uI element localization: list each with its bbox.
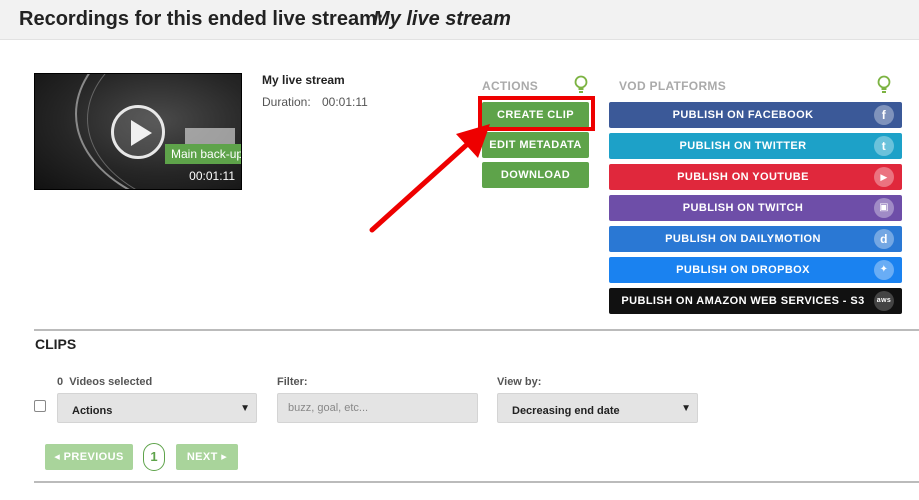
publish-youtube-button[interactable]: PUBLISH ON YOUTUBE ▶ bbox=[609, 164, 902, 190]
vod-platforms-label: VOD PLATFORMS bbox=[619, 79, 727, 93]
aws-icon: aws bbox=[874, 291, 894, 311]
videos-selected-label: 0 Videos selected bbox=[57, 376, 153, 388]
thumbnail-duration: 00:01:11 bbox=[189, 169, 235, 183]
page-title: Recordings for this ended live stream: bbox=[19, 8, 384, 30]
section-divider bbox=[34, 329, 919, 331]
facebook-icon: f bbox=[874, 105, 894, 125]
view-by-label: View by: bbox=[497, 376, 542, 388]
view-by-select[interactable]: Decreasing end date ▼ bbox=[497, 393, 698, 423]
previous-page-button[interactable]: ◂ PREVIOUS bbox=[45, 444, 133, 470]
video-title: My live stream bbox=[262, 73, 345, 87]
chevron-left-icon: ◂ bbox=[54, 451, 64, 463]
chevron-right-icon: ▸ bbox=[217, 451, 228, 463]
actions-label: ACTIONS bbox=[482, 79, 539, 93]
youtube-icon: ▶ bbox=[874, 167, 894, 187]
select-all-checkbox[interactable] bbox=[34, 400, 46, 412]
selected-count: 0 bbox=[57, 376, 64, 388]
bottom-divider bbox=[34, 481, 919, 483]
video-thumbnail[interactable]: Main back-up 00:01:11 bbox=[34, 73, 242, 190]
duration-label: Duration: bbox=[262, 95, 311, 109]
dropbox-icon: ✦ bbox=[874, 260, 894, 280]
filter-input[interactable]: buzz, goal, etc... bbox=[277, 393, 478, 423]
stream-name: My live stream bbox=[373, 8, 511, 30]
clips-title: CLIPS bbox=[35, 336, 77, 352]
dropdown-arrow-icon: ▼ bbox=[240, 403, 250, 414]
lightbulb-icon[interactable] bbox=[877, 75, 891, 95]
publish-dailymotion-button[interactable]: PUBLISH ON DAILYMOTION d bbox=[609, 226, 902, 252]
backup-badge: Main back-up bbox=[165, 144, 241, 164]
lightbulb-icon[interactable] bbox=[574, 75, 588, 95]
play-icon[interactable] bbox=[111, 105, 165, 159]
publish-dropbox-button[interactable]: PUBLISH ON DROPBOX ✦ bbox=[609, 257, 902, 283]
publish-twitch-button[interactable]: PUBLISH ON TWITCH ▣ bbox=[609, 195, 902, 221]
filter-label: Filter: bbox=[277, 376, 308, 388]
publish-aws-button[interactable]: PUBLISH ON AMAZON WEB SERVICES - S3 aws bbox=[609, 288, 902, 314]
next-page-button[interactable]: NEXT ▸ bbox=[176, 444, 238, 470]
duration-value: 00:01:11 bbox=[322, 95, 368, 109]
twitter-icon: t bbox=[874, 136, 894, 156]
arrow-annotation-icon bbox=[369, 124, 490, 233]
actions-select[interactable]: Actions ▼ bbox=[57, 393, 257, 423]
page-header: Recordings for this ended live stream: M… bbox=[0, 0, 919, 40]
publish-facebook-button[interactable]: PUBLISH ON FACEBOOK f bbox=[609, 102, 902, 128]
dropdown-arrow-icon: ▼ bbox=[681, 403, 691, 414]
twitch-icon: ▣ bbox=[874, 198, 894, 218]
dailymotion-icon: d bbox=[874, 229, 894, 249]
page-number[interactable]: 1 bbox=[143, 443, 165, 471]
publish-twitter-button[interactable]: PUBLISH ON TWITTER t bbox=[609, 133, 902, 159]
